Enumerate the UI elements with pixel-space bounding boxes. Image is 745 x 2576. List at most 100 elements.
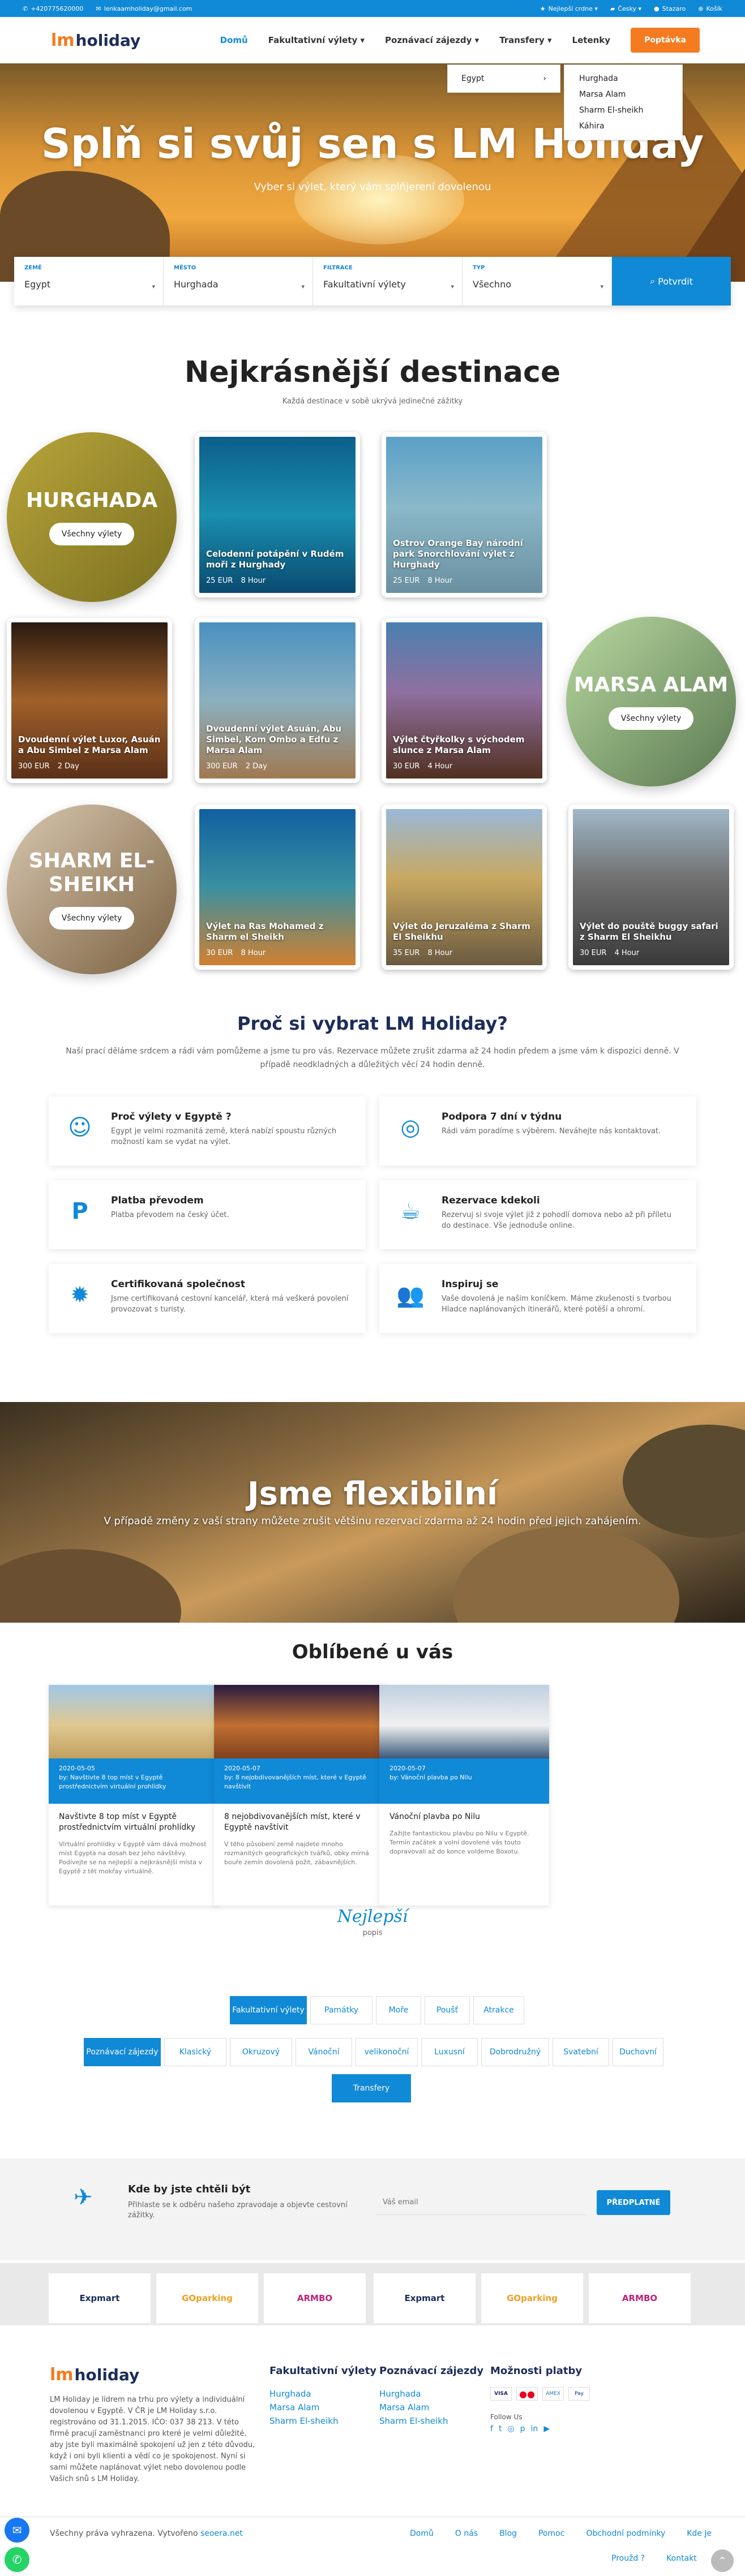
partner-logo[interactable]: ARMBO [264, 2273, 366, 2323]
footer-link[interactable]: Sharm El-sheikh [269, 2414, 376, 2428]
tag-button[interactable]: Klasický [164, 2038, 226, 2066]
nav-item-transfers[interactable]: Transfery ▾ [499, 35, 551, 45]
whatsapp-icon[interactable]: ✆ [5, 2547, 29, 2572]
footer-link[interactable]: Marsa Alam [379, 2401, 483, 2414]
tag-button[interactable]: Vánoční [296, 2038, 352, 2066]
twitter-icon[interactable]: t [499, 2424, 502, 2433]
all-trips-button[interactable]: Všechny výlety [608, 707, 694, 730]
footer-link[interactable]: Hurghada [379, 2387, 483, 2401]
messenger-icon[interactable]: ✉ [5, 2518, 29, 2543]
paypal-card-icon: Pay [568, 2387, 590, 2401]
nav-item-excursions[interactable]: Fakultativní výlety ▾ [268, 35, 365, 45]
destinations-grid: HURGHADA Všechny výlety Celodenní potápě… [0, 430, 745, 1001]
reviews-link[interactable]: ★ Nejlepší crdne ▾ [540, 5, 598, 12]
nav-item-flights[interactable]: Letenky [572, 35, 611, 45]
blog-card[interactable]: 2020-05-07 by: Vánoční plavba po Nilu Ván… [379, 1685, 549, 1906]
hero-sun [294, 154, 464, 244]
dropdown-country: Egypt › [447, 64, 560, 93]
partner-logo[interactable]: GOparking [481, 2273, 583, 2323]
dropdown-item-city[interactable]: Hurghada [579, 71, 667, 87]
partner-logo[interactable]: ARMBO [589, 2273, 691, 2323]
rock-shape [453, 1526, 679, 1623]
trip-card[interactable]: Celodenní potápění v Rudém moři z Hurgha… [195, 432, 360, 597]
nav-menu: Domů Fakultativní výlety ▾ Poznávací záj… [220, 28, 700, 53]
site-logo[interactable]: lm holiday [51, 31, 140, 50]
footer-nav-link[interactable]: Pomoc [538, 2529, 564, 2538]
dropdown-item-city[interactable]: Marsa Alam [579, 87, 667, 102]
footer-nav-link[interactable]: O nás [455, 2529, 478, 2538]
email-input[interactable] [376, 2190, 586, 2215]
trip-card[interactable]: Výlet na Ras Mohamed z Sharm el Sheikh 3… [195, 805, 360, 970]
youtube-icon[interactable]: ▶ [543, 2424, 550, 2433]
tag-button[interactable]: Duchovní [613, 2038, 663, 2066]
pinterest-icon[interactable]: p [520, 2424, 525, 2433]
trip-card[interactable]: Výlet čtyřkolky s východem slunce z Mars… [382, 618, 547, 783]
creator-link[interactable]: seoera.net [200, 2529, 243, 2538]
footer-link[interactable]: Marsa Alam [269, 2401, 376, 2414]
tag-button[interactable]: Dobrodružný [481, 2038, 549, 2066]
tag-button[interactable]: Luxusní [421, 2038, 478, 2066]
tag-button[interactable]: Poušť [425, 1996, 470, 2024]
footer-link[interactable]: Sharm El-sheikh [379, 2414, 483, 2428]
email-link[interactable]: ✉ lenkaamholiday@gmail.com [96, 5, 192, 12]
search-field-filter[interactable]: FILTRACE Fakultativní výlety ▾ [313, 257, 463, 306]
footer-nav-link[interactable]: Kontakt [666, 2554, 697, 2563]
tag-button[interactable]: Poznávací zájezdy [84, 2038, 161, 2066]
trip-card[interactable]: Výlet do Jeruzaléma z Sharm El Sheikhu 3… [382, 805, 547, 970]
all-trips-button[interactable]: Všechny výlety [49, 907, 135, 930]
trip-card[interactable]: Dvoudenní výlet Luxor, Asuán a Abu Simbe… [7, 618, 172, 783]
feature-card: 👥 Inspiruj se Vaše dovolená je našim koní… [379, 1264, 696, 1333]
tag-button[interactable]: Moře [376, 1996, 421, 2024]
all-trips-button[interactable]: Všechny výlety [49, 523, 135, 545]
tag-button[interactable]: Atrakce [473, 1996, 524, 2024]
trip-card[interactable]: Ostrov Orange Bay národní park Snorchlov… [382, 432, 547, 597]
inquiry-button[interactable]: Poptávka [631, 28, 700, 53]
language-select[interactable]: ▰ Česky ▾ [610, 5, 641, 12]
tag-button[interactable]: Svatební [553, 2038, 609, 2066]
cart-link[interactable]: ⊕ Košík [698, 5, 722, 12]
scroll-top-icon[interactable]: ⌃ [711, 2549, 734, 2572]
tag-button[interactable]: Památky [310, 1996, 373, 2024]
login-link[interactable]: ● Stazaro [654, 5, 686, 12]
tag-button[interactable]: velikonoční [356, 2038, 418, 2066]
search-field-type[interactable]: TYP Všechno ▾ [463, 257, 612, 306]
partner-logo[interactable]: Expmart [374, 2273, 476, 2323]
tag-button[interactable]: Okruzový [230, 2038, 292, 2066]
footer-logo[interactable]: lm holiday [50, 2365, 139, 2385]
footer-nav-link[interactable]: Proužd ? [611, 2554, 645, 2563]
blog-card[interactable]: 2020-05-05 by: Navštivte 8 top míst v Egy… [49, 1685, 219, 1906]
nav-item-tours[interactable]: Poznávací zájezdy ▾ [385, 35, 479, 45]
footer-nav-link[interactable]: Obchodní podmínky [586, 2529, 665, 2538]
newsletter-title: Kde by jste chtěli být [128, 2183, 251, 2195]
cruise-photo [379, 1685, 549, 1758]
top-bar: ✆ +420775620000 ✉ lenkaamholiday@gmail.com… [0, 0, 745, 17]
instagram-icon[interactable]: ◎ [507, 2424, 514, 2433]
phone-link[interactable]: ✆ +420775620000 [23, 5, 83, 12]
best-section: Nejlepší popis [0, 1907, 745, 1937]
search-icon: ⌕ [650, 276, 658, 286]
footer-nav-link[interactable]: Kde Je [687, 2529, 712, 2538]
tag-button[interactable]: Transfery [332, 2074, 411, 2102]
footer-nav-link[interactable]: Blog [499, 2529, 517, 2538]
search-submit-button[interactable]: ⌕ Potvrdit [612, 257, 731, 306]
partner-logo[interactable]: Expmart [49, 2273, 151, 2323]
tag-button[interactable]: Fakultativní výlety [230, 1996, 307, 2024]
destinations-section: Nejkrásnější destinace Každá destinace v… [0, 355, 745, 406]
subscribe-button[interactable]: PŘEDPLATNÉ [597, 2190, 670, 2215]
trip-card[interactable]: Výlet do pouště buggy safari z Sharm El … [568, 805, 734, 970]
hero-subtitle: Vyber si výlet, který vám splňjerení dov… [254, 181, 491, 193]
linkedin-icon[interactable]: in [531, 2424, 538, 2433]
chevron-down-icon: ▾ [451, 283, 454, 290]
footer-link[interactable]: Hurghada [269, 2387, 376, 2401]
blog-card[interactable]: 2020-05-07 by: 8 nejobdivovanějších míst,… [214, 1685, 384, 1906]
partner-logo[interactable]: GOparking [156, 2273, 258, 2323]
footer-nav-link[interactable]: Domů [410, 2529, 434, 2538]
search-field-city[interactable]: MĚSTO Hurghada ▾ [164, 257, 313, 306]
dropdown-item-city[interactable]: Sharm El-sheikh [579, 102, 667, 118]
facebook-icon[interactable]: f [490, 2424, 493, 2433]
dropdown-item-city[interactable]: Káhira [579, 118, 667, 134]
search-field-country[interactable]: ZEMĚ Egypt ▾ [14, 257, 164, 306]
nav-item-home[interactable]: Domů [220, 35, 248, 45]
dropdown-item-egypt[interactable]: Egypt [461, 74, 484, 83]
trip-card[interactable]: Dvoudenní výlet Asuán, Abu Simbel, Kom O… [195, 618, 360, 783]
